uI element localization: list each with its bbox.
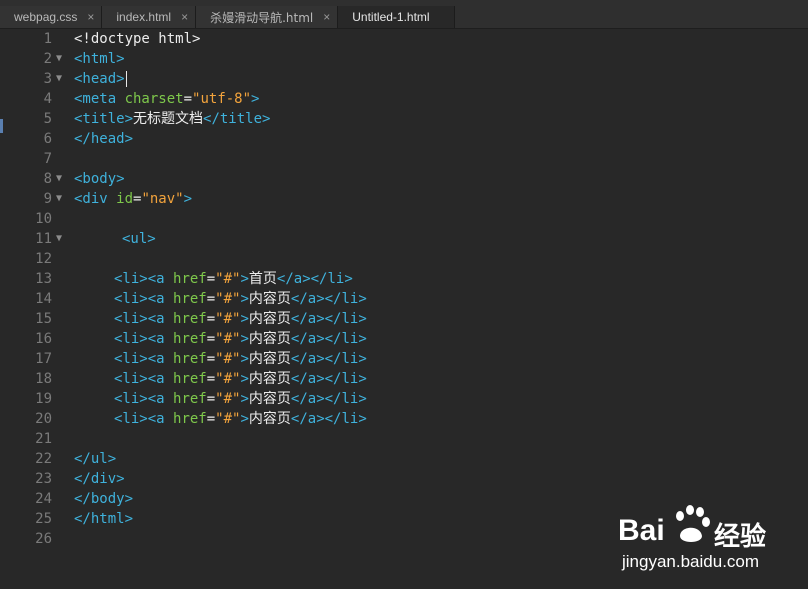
code-line-li: <li><a href="#">内容页</a></li> (114, 411, 367, 427)
line-number: 6 (43, 131, 52, 147)
fold-arrow-icon[interactable]: ▼ (56, 49, 62, 69)
code-line-22: </ul> (74, 451, 117, 467)
line-number: 15 (35, 311, 52, 327)
tab-bar: webpag.css × index.html × 杀嫚滑动导航.html × … (0, 0, 808, 29)
close-icon[interactable]: × (323, 10, 330, 24)
code-line-1: <!doctype html> (74, 31, 201, 47)
code-line-li: <li><a href="#">内容页</a></li> (114, 311, 367, 327)
line-number: 11 (35, 231, 52, 247)
line-number: 1 (43, 31, 52, 47)
line-number: 17 (35, 351, 52, 367)
line-number: 3 (43, 71, 52, 87)
line-number: 10 (35, 211, 52, 227)
watermark-suffix: 经验 (714, 521, 767, 551)
code-line-li: <li><a href="#">首页</a></li> (114, 271, 353, 287)
code-line-8: <body> (74, 171, 125, 187)
code-line-25: </html> (74, 511, 134, 527)
line-number: 16 (35, 331, 52, 347)
line-number: 25 (35, 511, 52, 527)
text-cursor (125, 71, 127, 87)
tab-label: Untitled-1.html (352, 10, 430, 24)
tab-index-html[interactable]: index.html × (102, 6, 197, 28)
code-line-li: <li><a href="#">内容页</a></li> (114, 291, 367, 307)
code-line-6: </head> (74, 131, 134, 147)
code-line-2: <html> (74, 51, 125, 67)
line-number: 23 (35, 471, 52, 487)
tab-slide-nav-html[interactable]: 杀嫚滑动导航.html × (196, 6, 339, 28)
line-number: 2 (43, 51, 52, 67)
close-icon[interactable]: × (181, 10, 188, 24)
code-line-li: <li><a href="#">内容页</a></li> (114, 371, 367, 387)
fold-arrow-icon[interactable]: ▼ (56, 169, 62, 189)
line-number: 20 (35, 411, 52, 427)
tab-webpag-css[interactable]: webpag.css × (0, 6, 103, 28)
code-line-23: </div> (74, 471, 125, 487)
line-number: 18 (35, 371, 52, 387)
line-number: 8 (43, 171, 52, 187)
tab-label: index.html (116, 10, 172, 24)
code-line-3: <head> (74, 71, 127, 87)
paw-icon (676, 505, 710, 542)
code-line-li: <li><a href="#">内容页</a></li> (114, 351, 367, 367)
line-number: 26 (35, 531, 52, 547)
tab-label: 杀嫚滑动导航.html (210, 10, 314, 25)
line-number: 12 (35, 251, 52, 267)
line-number: 24 (35, 491, 52, 507)
tab-label: webpag.css (14, 10, 78, 24)
close-icon[interactable]: × (87, 10, 94, 24)
line-number: 21 (35, 431, 52, 447)
fold-arrow-icon[interactable]: ▼ (56, 229, 62, 249)
line-number: 13 (35, 271, 52, 287)
line-number: 4 (43, 91, 52, 107)
code-line-li: <li><a href="#">内容页</a></li> (114, 331, 367, 347)
tab-untitled-1-html[interactable]: Untitled-1.html × (338, 6, 455, 28)
code-line-9: <div id="nav"> (74, 191, 193, 207)
line-number: 7 (43, 151, 52, 167)
watermark-brand: Bai (618, 514, 665, 547)
code-line-24: </body> (74, 491, 134, 507)
line-number: 9 (43, 191, 52, 207)
line-number: 5 (43, 111, 52, 127)
fold-arrow-icon[interactable]: ▼ (56, 189, 62, 209)
code-line-5: <title>无标题文档</title> (74, 111, 271, 127)
line-number: 14 (35, 291, 52, 307)
baidu-jingyan-watermark: Bai du 经验 jingyan.baidu.com (618, 500, 778, 578)
line-number: 19 (35, 391, 52, 407)
line-gutter: 1 2 3 4 5 6 7 8 9 10 11 12 13 14 15 16 17 18 19 20 21 22 23 24 2… (0, 29, 70, 589)
code-line-li: <li><a href="#">内容页</a></li> (114, 391, 367, 407)
line-number: 22 (35, 451, 52, 467)
fold-arrow-icon[interactable]: ▼ (56, 69, 62, 89)
code-line-11: <ul> (122, 231, 156, 247)
code-line-4: <meta charset="utf-8"> (74, 91, 260, 107)
watermark-url: jingyan.baidu.com (622, 552, 760, 571)
